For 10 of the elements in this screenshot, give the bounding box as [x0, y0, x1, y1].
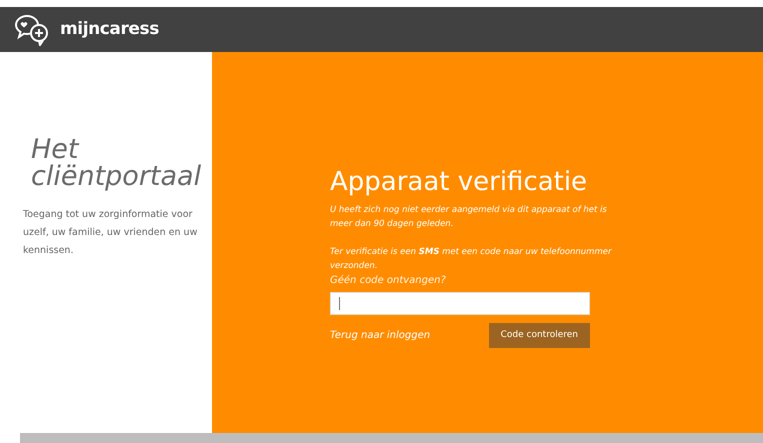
- resend-code-link[interactable]: Géén code ontvangen?: [330, 273, 613, 289]
- page-title: Apparaat verificatie: [330, 166, 588, 199]
- verify-code-button[interactable]: Code controleren: [488, 323, 590, 348]
- portal-description: Toegang tot uw zorginformatie voor uzelf, uw familie, uw vrienden en uw kennissen.: [23, 208, 198, 258]
- code-input[interactable]: [330, 292, 590, 315]
- brand-name: mijncaress: [60, 18, 159, 41]
- portal-title: Het cliëntportaal: [30, 136, 202, 190]
- sms-message: Ter verificatie is een SMS met een code naar uw telefoonnummer verzonden.: [330, 246, 613, 273]
- info-message: U heeft zich nog niet eerder aangemeld via dit apparaat of het is meer dan 90 dagen geleden.: [330, 204, 608, 231]
- back-to-login-link[interactable]: Terug naar inloggen: [330, 328, 430, 343]
